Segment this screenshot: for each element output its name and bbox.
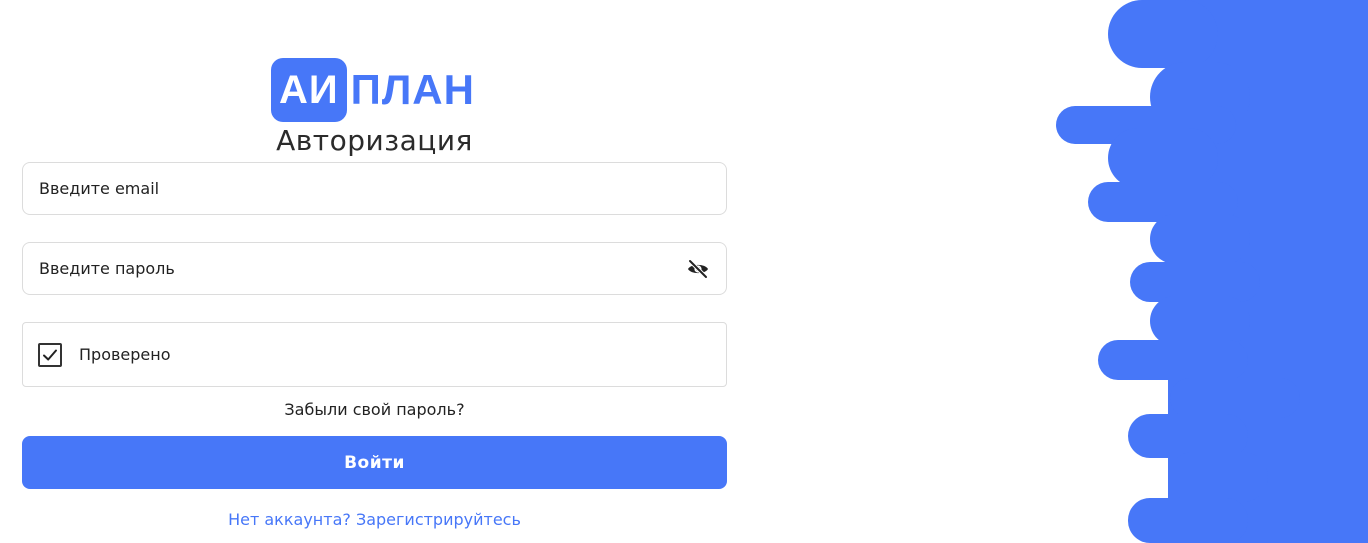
email-field-container bbox=[22, 162, 727, 215]
email-field[interactable] bbox=[23, 163, 726, 214]
logo-text: ПЛАН bbox=[350, 66, 475, 113]
password-field-container bbox=[22, 242, 727, 295]
verify-label: Проверено bbox=[79, 345, 171, 364]
login-button[interactable]: Войти bbox=[22, 436, 727, 489]
password-field[interactable] bbox=[23, 243, 726, 294]
checkmark-icon bbox=[43, 349, 57, 360]
logo-badge: АИ bbox=[271, 58, 347, 122]
eye-off-icon[interactable] bbox=[686, 257, 710, 281]
register-link[interactable]: Нет аккаунта? Зарегистрируйтесь bbox=[22, 510, 727, 529]
verification-box: Проверено bbox=[22, 322, 727, 387]
forgot-password-link[interactable]: Забыли свой пароль? bbox=[22, 400, 727, 419]
page-title: Авторизация bbox=[276, 124, 473, 157]
logo: АИ ПЛАН bbox=[271, 58, 475, 122]
verify-checkbox[interactable] bbox=[38, 342, 62, 367]
decorative-wave-shape bbox=[1056, 0, 1368, 543]
